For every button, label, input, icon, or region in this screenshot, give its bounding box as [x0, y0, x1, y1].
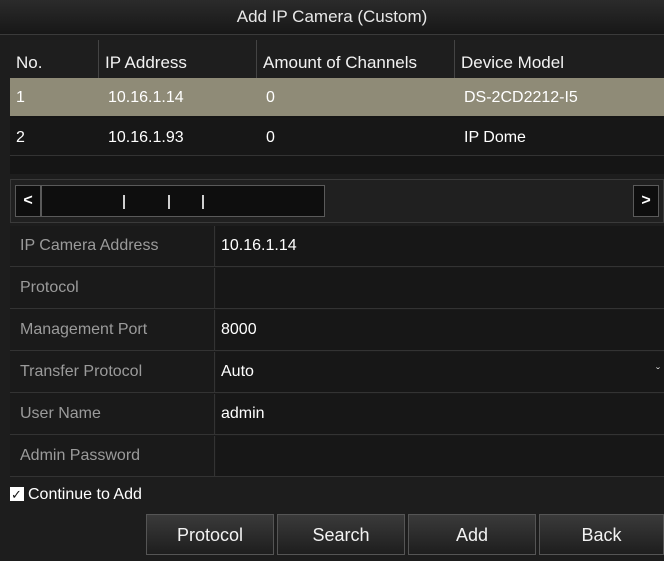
transfer-protocol-value: Auto [221, 363, 254, 380]
table-header: No. IP Address Amount of Channels Device… [10, 40, 664, 78]
camera-table: No. IP Address Amount of Channels Device… [10, 40, 664, 174]
grip-line [123, 195, 125, 209]
column-header-no[interactable]: No. [10, 40, 98, 78]
cell-no: 2 [16, 129, 25, 146]
protocol-label: Protocol [10, 268, 215, 308]
checkmark-icon: ✓ [11, 487, 22, 502]
dialog-title: Add IP Camera (Custom) [0, 0, 664, 35]
table-row[interactable]: 2 10.16.1.93 0 IP Dome [10, 118, 664, 156]
transfer-protocol-select[interactable]: Auto ˇ [216, 352, 664, 392]
continue-to-add-checkbox[interactable]: ✓ [10, 487, 24, 502]
form-row-user-name: User Name admin [10, 394, 664, 435]
scroll-left-button[interactable]: < [15, 185, 41, 217]
cell-no: 1 [16, 89, 25, 106]
transfer-protocol-label: Transfer Protocol [10, 352, 215, 392]
scroll-right-button[interactable]: > [633, 185, 659, 217]
table-row[interactable]: 1 10.16.1.14 0 DS-2CD2212-I5 [10, 78, 664, 116]
form-row-admin-password: Admin Password [10, 436, 664, 477]
user-name-label: User Name [10, 394, 215, 434]
grip-line [168, 195, 170, 209]
grip-line [202, 195, 204, 209]
continue-to-add-label: Continue to Add [28, 486, 142, 503]
cell-channels: 0 [266, 89, 275, 106]
cell-device-model: IP Dome [464, 129, 526, 146]
column-header-device-model[interactable]: Device Model [454, 40, 664, 78]
back-button[interactable]: Back [539, 514, 664, 555]
form-row-transfer-protocol: Transfer Protocol Auto ˇ [10, 352, 664, 393]
add-button[interactable]: Add [408, 514, 536, 555]
chevron-down-icon: ˇ [656, 365, 660, 379]
column-header-ip-address[interactable]: IP Address [98, 40, 256, 78]
add-ip-camera-dialog: Add IP Camera (Custom) No. IP Address Am… [0, 0, 664, 561]
chevron-left-icon: < [23, 192, 33, 209]
admin-password-field[interactable] [216, 436, 664, 476]
cell-ip-address: 10.16.1.93 [108, 129, 184, 146]
admin-password-label: Admin Password [10, 436, 215, 476]
continue-to-add-option[interactable]: ✓ Continue to Add [10, 484, 142, 506]
ip-camera-address-label: IP Camera Address [10, 226, 215, 266]
form-row-ip-camera-address: IP Camera Address 10.16.1.14 [10, 226, 664, 267]
horizontal-scrollbar[interactable]: < > [10, 179, 664, 223]
column-header-amount-of-channels[interactable]: Amount of Channels [256, 40, 454, 78]
protocol-field[interactable] [216, 268, 664, 308]
management-port-label: Management Port [10, 310, 215, 350]
cell-ip-address: 10.16.1.14 [108, 89, 184, 106]
cell-channels: 0 [266, 129, 275, 146]
chevron-right-icon: > [641, 192, 651, 209]
user-name-field[interactable]: admin [216, 394, 664, 434]
cell-device-model: DS-2CD2212-I5 [464, 89, 578, 106]
scrollbar-thumb[interactable] [41, 185, 325, 217]
camera-settings-form: IP Camera Address 10.16.1.14 Protocol Ma… [10, 226, 664, 477]
search-button[interactable]: Search [277, 514, 405, 555]
protocol-button[interactable]: Protocol [146, 514, 274, 555]
form-row-protocol: Protocol [10, 268, 664, 309]
ip-camera-address-field[interactable]: 10.16.1.14 [216, 226, 664, 266]
form-row-management-port: Management Port 8000 [10, 310, 664, 351]
management-port-field[interactable]: 8000 [216, 310, 664, 350]
